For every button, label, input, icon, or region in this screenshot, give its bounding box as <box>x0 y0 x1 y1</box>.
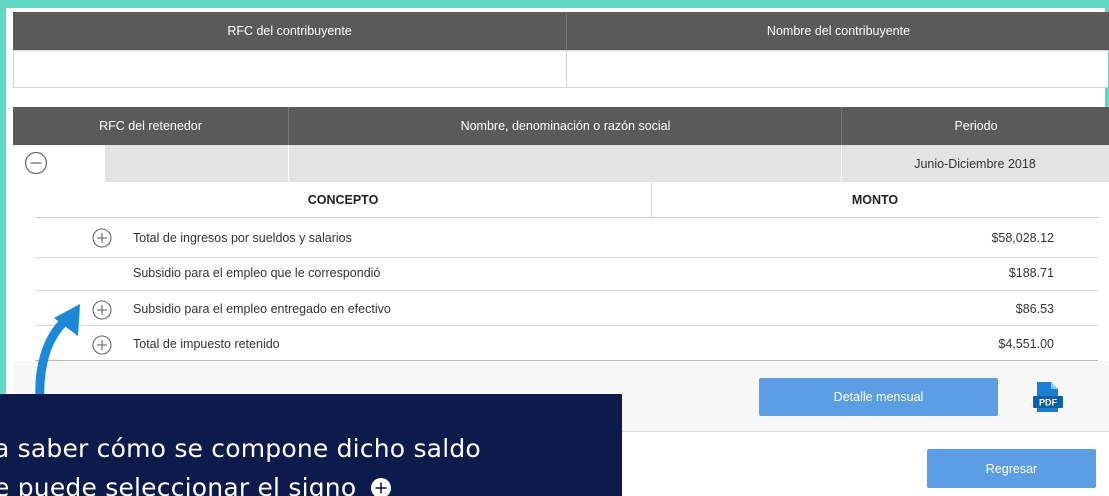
column-divider <box>288 145 289 182</box>
tooltip-line-2: e puede seleccionar el signo <box>0 473 392 496</box>
tooltip-line-2-text: e puede seleccionar el signo <box>0 473 357 496</box>
concept-label: Subsidio para el empleo entregado en efe… <box>133 302 391 316</box>
help-tooltip: a saber cómo se compone dicho saldo e pu… <box>0 394 622 496</box>
header-rfc-contribuyente: RFC del contribuyente <box>13 12 566 50</box>
concept-amount: $4,551.00 <box>998 337 1054 351</box>
header-nombre-razon-social: Nombre, denominación o razón social <box>288 107 842 145</box>
header-label: MONTO <box>851 192 899 207</box>
header-nombre-contribuyente: Nombre del contribuyente <box>566 12 1109 50</box>
collapse-minus-icon[interactable] <box>24 151 48 175</box>
concept-amount: $86.53 <box>1015 302 1054 316</box>
period-value-cell: Junio-Diciembre 2018 <box>841 145 1109 182</box>
tooltip-line-1: a saber cómo se compone dicho saldo <box>0 434 481 463</box>
frame-top-border <box>0 0 1109 8</box>
button-label: Detalle mensual <box>833 390 924 404</box>
header-label: RFC del retenedor <box>99 119 202 133</box>
header-label: Periodo <box>954 119 998 133</box>
concept-label: Total de ingresos por sueldos y salarios <box>133 231 352 245</box>
concept-label: Subsidio para el empleo que le correspon… <box>133 266 381 280</box>
concept-label: Total de impuesto retenido <box>133 337 280 351</box>
monthly-detail-button[interactable]: Detalle mensual <box>759 378 998 416</box>
expand-plus-icon[interactable] <box>92 228 112 248</box>
back-button[interactable]: Regresar <box>927 449 1096 488</box>
header-periodo: Periodo <box>841 107 1109 145</box>
header-monto: MONTO <box>652 182 1098 217</box>
header-label: CONCEPTO <box>307 192 379 207</box>
rfc-contribuyente-value <box>13 50 567 88</box>
plus-circle-icon <box>371 478 392 496</box>
pdf-icon-label: PDF <box>1039 398 1058 408</box>
header-label: Nombre, denominación o razón social <box>460 119 671 133</box>
button-label: Regresar <box>985 461 1038 476</box>
concept-amount: $58,028.12 <box>991 231 1054 245</box>
nombre-contribuyente-value <box>566 50 1108 88</box>
header-label: Nombre del contribuyente <box>766 24 911 38</box>
period-value: Junio-Diciembre 2018 <box>914 156 1036 171</box>
concept-amount: $188.71 <box>1008 266 1054 280</box>
header-label: RFC del contribuyente <box>227 24 352 38</box>
header-rfc-retenedor: RFC del retenedor <box>13 107 288 145</box>
pdf-download-icon[interactable]: PDF <box>1031 381 1065 413</box>
header-concepto: CONCEPTO <box>35 182 651 217</box>
